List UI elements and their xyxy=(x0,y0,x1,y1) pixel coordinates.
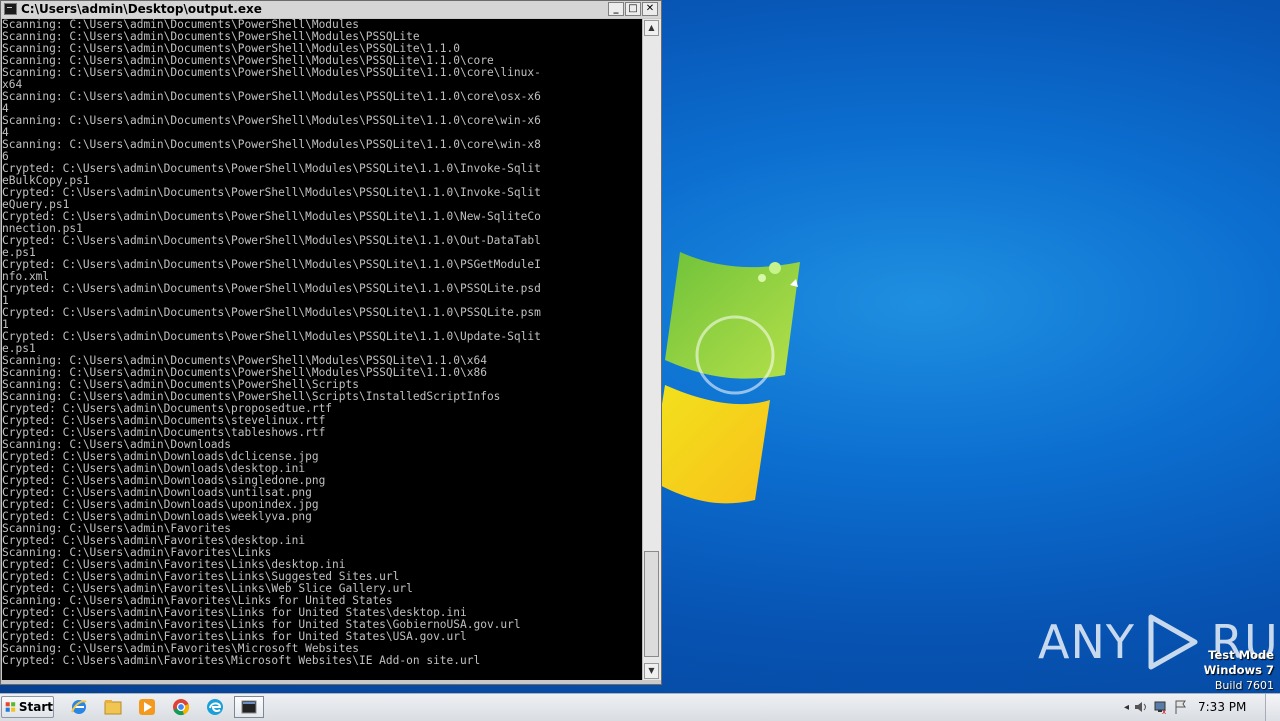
console-line: Crypted: C:\Users\admin\Documents\PowerS… xyxy=(2,210,541,223)
window-titlebar[interactable]: C:\Users\admin\Desktop\output.exe _ □ ✕ xyxy=(1,1,661,18)
system-tray: ◂ x xyxy=(1124,697,1189,717)
console-output-lines: Scanning: C:\Users\admin\Documents\Power… xyxy=(2,19,642,667)
console-line: Crypted: C:\Users\admin\Documents\PowerS… xyxy=(2,186,541,199)
show-desktop-button[interactable] xyxy=(1265,694,1280,721)
show-hidden-icons-icon[interactable]: ◂ xyxy=(1124,702,1129,713)
chrome-icon[interactable] xyxy=(168,696,194,718)
test-mode-line2: Windows 7 xyxy=(1203,663,1274,677)
console-line: Crypted: C:\Users\admin\Documents\PowerS… xyxy=(2,234,541,247)
close-button[interactable]: ✕ xyxy=(642,2,658,16)
scrollbar-thumb[interactable] xyxy=(644,551,659,657)
edge-icon[interactable] xyxy=(202,696,228,718)
console-window[interactable]: C:\Users\admin\Desktop\output.exe _ □ ✕ … xyxy=(0,0,662,685)
console-line: Scanning: C:\Users\admin\Documents\Power… xyxy=(2,138,541,151)
console-line: Crypted: C:\Users\admin\Documents\PowerS… xyxy=(2,306,541,319)
vertical-scrollbar[interactable]: ▲ ▼ xyxy=(642,19,661,680)
console-line: Crypted: C:\Users\admin\Favorites\Micros… xyxy=(2,654,481,667)
file-explorer-icon[interactable] xyxy=(100,696,126,718)
play-triangle-icon xyxy=(1148,614,1198,670)
internet-explorer-icon[interactable] xyxy=(66,696,92,718)
windows-logo-wallpaper xyxy=(650,252,800,504)
windows-flag-icon xyxy=(5,702,16,712)
console-line: Crypted: C:\Users\admin\Documents\PowerS… xyxy=(2,162,541,175)
console-line: Scanning: C:\Users\admin\Documents\Power… xyxy=(2,66,541,79)
scroll-up-arrow-icon[interactable]: ▲ xyxy=(644,20,659,36)
console-line: Crypted: C:\Users\admin\Documents\PowerS… xyxy=(2,282,541,295)
test-mode-line1: Test Mode xyxy=(1208,648,1274,662)
window-title: C:\Users\admin\Desktop\output.exe xyxy=(21,2,262,16)
test-mode-line3: Build 7601 xyxy=(1214,679,1274,692)
minimize-button[interactable]: _ xyxy=(608,2,624,16)
console-output-area[interactable]: Scanning: C:\Users\admin\Documents\Power… xyxy=(2,19,642,680)
svg-text:x: x xyxy=(1162,708,1166,715)
console-line: Crypted: C:\Users\admin\Documents\PowerS… xyxy=(2,258,541,271)
console-line: Scanning: C:\Users\admin\Documents\Power… xyxy=(2,90,541,103)
taskbar-clock[interactable]: 7:33 PM xyxy=(1198,700,1246,714)
console-app-icon xyxy=(4,3,17,15)
volume-icon[interactable] xyxy=(1133,699,1149,715)
action-center-flag-icon[interactable] xyxy=(1173,699,1189,715)
watermark-any: ANY xyxy=(1038,615,1135,669)
test-mode-notice: Test Mode Windows 7 Build 7601 xyxy=(1204,648,1274,693)
taskbar: Start ◂ x 7:33 PM xyxy=(0,693,1280,721)
start-button[interactable]: Start xyxy=(1,696,54,718)
start-label: Start xyxy=(18,700,53,714)
console-task-icon[interactable] xyxy=(234,696,264,718)
maximize-button[interactable]: □ xyxy=(625,2,641,16)
console-line: Crypted: C:\Users\admin\Documents\PowerS… xyxy=(2,330,541,343)
network-icon[interactable]: x xyxy=(1153,699,1169,715)
media-player-icon[interactable] xyxy=(134,696,160,718)
scroll-down-arrow-icon[interactable]: ▼ xyxy=(644,663,659,679)
console-line: Scanning: C:\Users\admin\Documents\Power… xyxy=(2,114,541,127)
